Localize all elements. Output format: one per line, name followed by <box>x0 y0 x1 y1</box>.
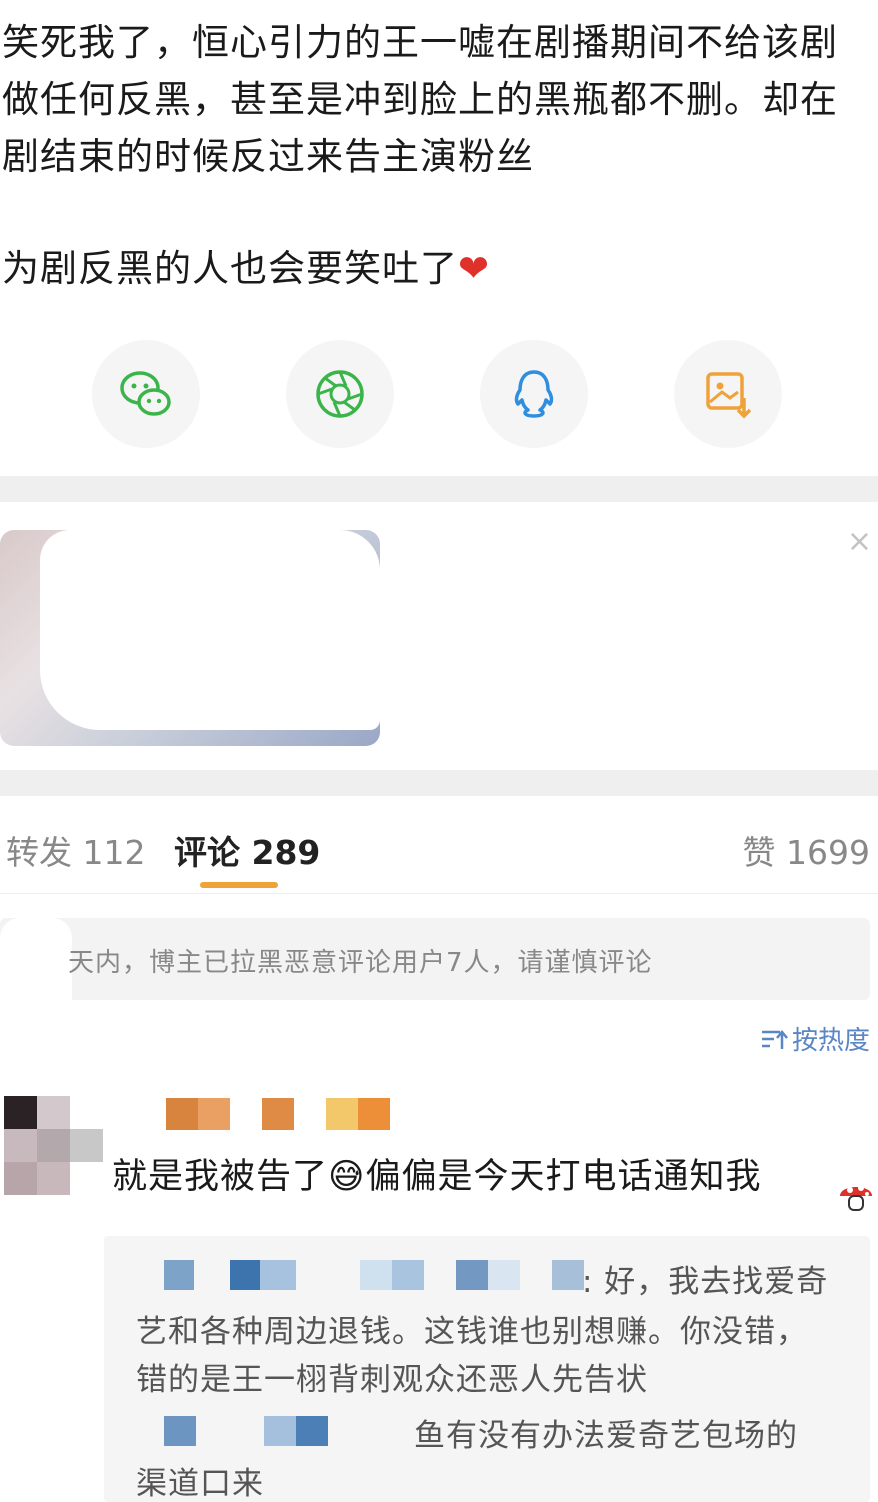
wechat-icon <box>120 371 171 416</box>
sort-label: 按热度 <box>791 1026 870 1056</box>
ad-card[interactable]: × <box>0 502 878 770</box>
reply-box[interactable]: : 好，我去找爱奇 艺和各种周边退钱。这钱谁也别想赚。你没错， 错的是王一栩背刺… <box>104 1236 870 1502</box>
reply-1-line-3: 错的是王一栩背刺观众还恶人先告状 <box>136 1362 648 1398</box>
mushroom-icon <box>840 1185 872 1211</box>
comment-item: 就是我被告了😅偏偏是今天打电话通知我 : 好，我去找爱奇 艺和各种周边退钱。这钱… <box>0 1096 878 1502</box>
close-icon[interactable]: × <box>847 524 872 559</box>
reply-1-tail: : 好，我去找爱奇 <box>582 1264 829 1300</box>
ad-image-blur <box>40 530 380 730</box>
notice-text: 天内，博主已拉黑恶意评论用户7人，请谨慎评论 <box>68 948 653 978</box>
tab-repost[interactable]: 转发 112 <box>6 826 145 874</box>
replier-name <box>164 1260 194 1290</box>
reply-2-tail: 鱼有没有办法爱奇艺包场的 <box>414 1418 798 1454</box>
post-line-3: 剧结束的时候反过来告主演粉丝 <box>2 135 534 178</box>
reply-2-line-2: 渠道口来 <box>136 1466 264 1502</box>
name-mosaic <box>392 1260 424 1290</box>
notice-blur <box>0 918 72 1018</box>
name-mosaic <box>552 1260 584 1290</box>
section-divider <box>0 476 878 502</box>
comment-text: 就是我被告了😅偏偏是今天打电话通知我 <box>112 1157 762 1197</box>
name-mosaic <box>260 1260 296 1290</box>
interaction-tabs: 转发 112 评论 289 赞 1699 <box>0 796 878 894</box>
share-wechat-button[interactable] <box>92 340 200 448</box>
comment-notice: 天内，博主已拉黑恶意评论用户7人，请谨慎评论 <box>0 918 870 1018</box>
section-divider-2 <box>0 770 878 796</box>
tab-like[interactable]: 赞 1699 <box>743 826 870 874</box>
avatar[interactable] <box>4 1096 103 1195</box>
share-save-image-button[interactable] <box>674 340 782 448</box>
post-text-extra: 为剧反黑的人也会要笑吐了❤ <box>2 240 872 297</box>
share-moments-button[interactable] <box>286 340 394 448</box>
post-line-2: 做任何反黑，甚至是冲到脸上的黑瓶都不删。却在 <box>2 78 838 121</box>
moments-icon <box>316 370 364 418</box>
name-mosaic <box>296 1416 328 1446</box>
tab-comment[interactable]: 评论 289 <box>174 826 320 874</box>
post-line-4: 为剧反黑的人也会要笑吐了 <box>2 247 458 290</box>
name-mosaic <box>360 1260 392 1290</box>
share-row <box>0 340 878 450</box>
name-mosaic <box>164 1416 196 1446</box>
qq-icon <box>514 370 554 418</box>
name-mosaic <box>456 1260 488 1290</box>
active-tab-indicator <box>200 882 278 888</box>
share-qq-button[interactable] <box>480 340 588 448</box>
name-mosaic <box>488 1260 520 1290</box>
ad-image[interactable] <box>0 530 380 746</box>
name-mosaic <box>230 1260 260 1290</box>
post-text: 笑死我了，恒心引力的王一嘘在剧播期间不给该剧 做任何反黑，甚至是冲到脸上的黑瓶都… <box>2 14 872 185</box>
name-mosaic <box>264 1416 296 1446</box>
sort-icon <box>761 1029 788 1049</box>
heart-icon: ❤ <box>458 247 491 290</box>
post-line-1: 笑死我了，恒心引力的王一嘘在剧播期间不给该剧 <box>2 21 838 64</box>
reply-1-line-2: 艺和各种周边退钱。这钱谁也别想赚。你没错， <box>136 1314 808 1350</box>
save-image-icon <box>706 372 752 419</box>
sort-button[interactable]: 按热度 <box>760 1020 870 1057</box>
